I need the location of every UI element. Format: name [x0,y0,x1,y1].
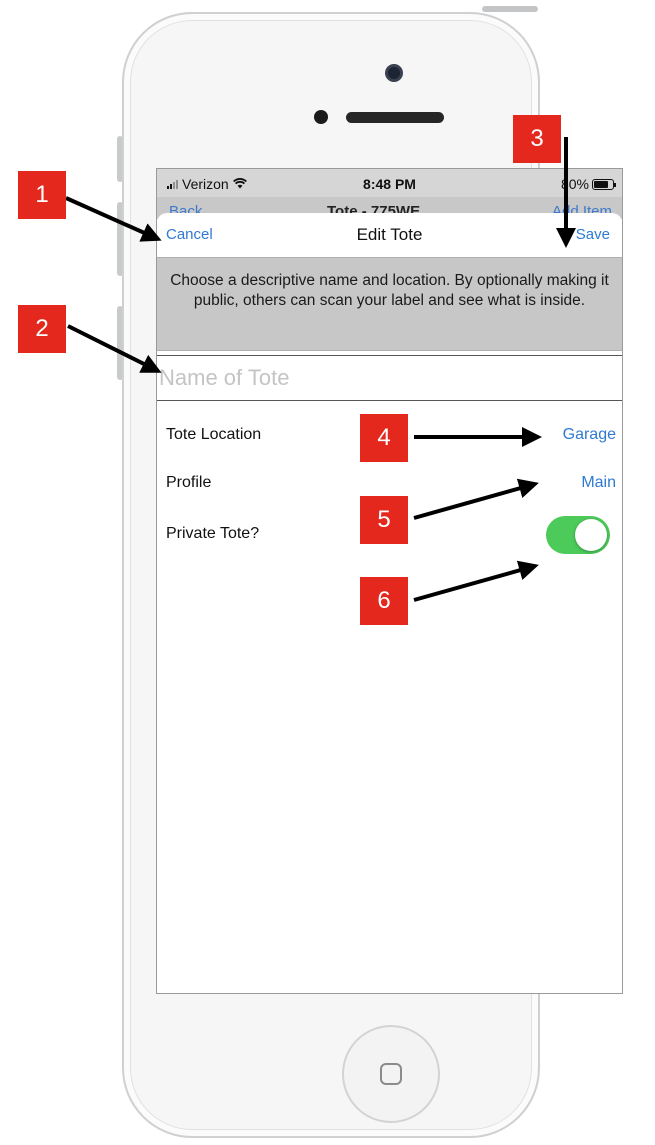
profile-row[interactable]: Profile Main [157,468,622,498]
tote-name-input[interactable] [157,355,622,401]
home-button[interactable] [342,1025,440,1123]
status-time: 8:48 PM [363,176,416,192]
battery-icon [592,178,616,190]
sheet-title: Edit Tote [356,225,423,244]
callout-5: 5 [360,496,408,544]
private-tote-label: Private Tote? [166,525,260,542]
callout-1: 1 [18,171,66,219]
toggle-knob [575,519,607,551]
proximity-sensor [314,110,328,124]
battery-indicator: 80% [560,176,616,192]
battery-percent: 80% [560,176,589,192]
instructions-text: Choose a descriptive name and location. … [157,257,622,351]
front-camera [385,64,403,82]
sheet-navbar: Cancel Edit Tote Save [157,213,622,257]
power-button [482,6,538,12]
callout-4: 4 [360,414,408,462]
profile-label: Profile [166,474,212,491]
callout-6: 6 [360,577,408,625]
private-tote-toggle[interactable] [546,516,610,554]
callout-3: 3 [513,115,561,163]
status-bar: Verizon 8:48 PM 80% [157,169,622,197]
profile-value[interactable]: Main [581,474,616,492]
save-button[interactable]: Save [576,226,610,243]
tote-location-label: Tote Location [166,426,262,443]
home-square-icon [380,1063,402,1085]
tote-location-value[interactable]: Garage [563,426,616,444]
earpiece-speaker [346,112,444,123]
callout-2: 2 [18,305,66,353]
